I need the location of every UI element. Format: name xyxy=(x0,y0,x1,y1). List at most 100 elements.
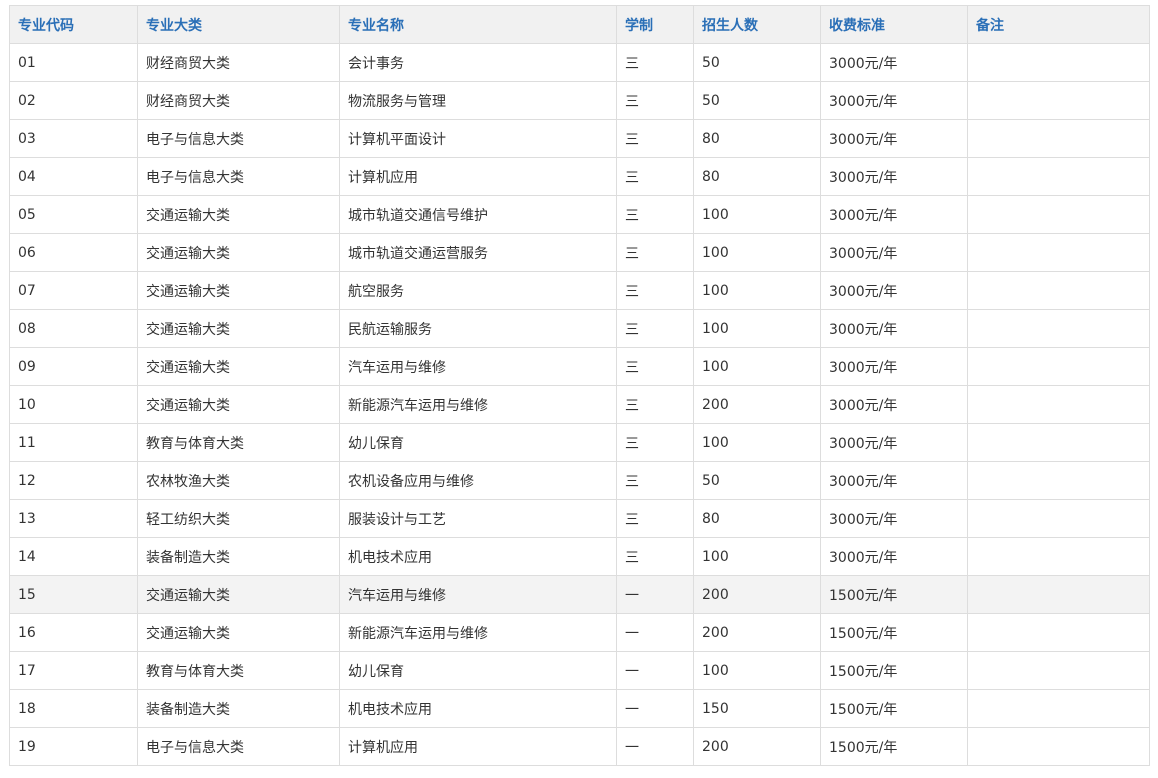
cell-major-name: 计算机应用 xyxy=(339,157,617,196)
cell-notes xyxy=(967,195,1150,234)
cell-major-name: 汽车运用与维修 xyxy=(339,347,617,386)
cell-major-category: 交通运输大类 xyxy=(137,195,340,234)
table-row: 04 电子与信息大类 计算机应用三 80 3000元/年 xyxy=(9,157,1150,196)
cell-enrollment: 100 xyxy=(693,271,821,310)
cell-enrollment: 50 xyxy=(693,43,821,82)
header-major-code: 专业代码 xyxy=(9,5,138,44)
cell-major-name: 计算机应用 xyxy=(339,727,617,766)
table-row: 09 交通运输大类 汽车运用与维修三 100 3000元/年 xyxy=(9,347,1150,386)
header-duration: 学制 xyxy=(616,5,694,44)
cell-major-name: 服装设计与工艺 xyxy=(339,499,617,538)
cell-duration: 一 xyxy=(616,651,694,690)
cell-major-code: 07 xyxy=(9,271,138,310)
cell-enrollment: 200 xyxy=(693,385,821,424)
header-fee: 收费标准 xyxy=(820,5,968,44)
cell-major-category: 教育与体育大类 xyxy=(137,651,340,690)
header-notes: 备注 xyxy=(967,5,1150,44)
table-row: 12 农林牧渔大类 农机设备应用与维修三 50 3000元/年 xyxy=(9,461,1150,500)
cell-notes xyxy=(967,461,1150,500)
cell-fee: 1500元/年 xyxy=(820,727,968,766)
cell-duration: 一 xyxy=(616,727,694,766)
table-row: 02 财经商贸大类 物流服务与管理三 50 3000元/年 xyxy=(9,81,1150,120)
table-row: 15 交通运输大类 汽车运用与维修一 200 1500元/年 xyxy=(9,575,1150,614)
cell-enrollment: 80 xyxy=(693,499,821,538)
table-row: 07 交通运输大类 航空服务三 100 3000元/年 xyxy=(9,271,1150,310)
cell-notes xyxy=(967,309,1150,348)
cell-fee: 3000元/年 xyxy=(820,195,968,234)
cell-enrollment: 80 xyxy=(693,157,821,196)
table-row: 11 教育与体育大类 幼儿保育三 100 3000元/年 xyxy=(9,423,1150,462)
cell-fee: 3000元/年 xyxy=(820,157,968,196)
cell-fee: 3000元/年 xyxy=(820,537,968,576)
cell-major-category: 交通运输大类 xyxy=(137,347,340,386)
cell-notes xyxy=(967,651,1150,690)
cell-major-name: 物流服务与管理 xyxy=(339,81,617,120)
cell-major-name: 民航运输服务 xyxy=(339,309,617,348)
cell-enrollment: 80 xyxy=(693,119,821,158)
cell-major-category: 交通运输大类 xyxy=(137,575,340,614)
cell-fee: 3000元/年 xyxy=(820,423,968,462)
cell-notes xyxy=(967,537,1150,576)
cell-enrollment: 100 xyxy=(693,195,821,234)
table-row: 16 交通运输大类 新能源汽车运用与维修一 200 1500元/年 xyxy=(9,613,1150,652)
cell-major-category: 交通运输大类 xyxy=(137,309,340,348)
cell-duration: 三 xyxy=(616,195,694,234)
cell-duration: 一 xyxy=(616,689,694,728)
cell-enrollment: 200 xyxy=(693,613,821,652)
cell-notes xyxy=(967,233,1150,272)
cell-enrollment: 100 xyxy=(693,347,821,386)
cell-fee: 3000元/年 xyxy=(820,271,968,310)
cell-fee: 1500元/年 xyxy=(820,575,968,614)
cell-enrollment: 50 xyxy=(693,81,821,120)
cell-major-category: 财经商贸大类 xyxy=(137,43,340,82)
cell-major-name: 新能源汽车运用与维修 xyxy=(339,385,617,424)
cell-duration: 三 xyxy=(616,233,694,272)
cell-major-category: 电子与信息大类 xyxy=(137,727,340,766)
cell-fee: 1500元/年 xyxy=(820,613,968,652)
cell-major-code: 03 xyxy=(9,119,138,158)
enrollment-table: 专业代码 专业大类 专业名称 学制 招生人数 收费标准 备注 01 财经商贸大类会… xyxy=(9,5,1150,766)
cell-notes xyxy=(967,613,1150,652)
cell-major-name: 城市轨道交通运营服务 xyxy=(339,233,617,272)
cell-major-category: 财经商贸大类 xyxy=(137,81,340,120)
cell-major-name: 城市轨道交通信号维护 xyxy=(339,195,617,234)
cell-duration: 三 xyxy=(616,499,694,538)
table-row: 13 轻工纺织大类 服装设计与工艺三 80 3000元/年 xyxy=(9,499,1150,538)
cell-major-code: 17 xyxy=(9,651,138,690)
cell-major-code: 12 xyxy=(9,461,138,500)
cell-notes xyxy=(967,43,1150,82)
cell-enrollment: 100 xyxy=(693,423,821,462)
cell-major-code: 15 xyxy=(9,575,138,614)
cell-major-category: 装备制造大类 xyxy=(137,689,340,728)
cell-fee: 3000元/年 xyxy=(820,81,968,120)
cell-fee: 3000元/年 xyxy=(820,499,968,538)
cell-fee: 3000元/年 xyxy=(820,461,968,500)
cell-major-code: 09 xyxy=(9,347,138,386)
cell-major-code: 10 xyxy=(9,385,138,424)
header-major-category: 专业大类 xyxy=(137,5,340,44)
cell-duration: 三 xyxy=(616,271,694,310)
enrollment-table-container: 专业代码 专业大类 专业名称 学制 招生人数 收费标准 备注 01 财经商贸大类会… xyxy=(9,5,1150,766)
table-row: 17 教育与体育大类 幼儿保育一 100 1500元/年 xyxy=(9,651,1150,690)
cell-enrollment: 100 xyxy=(693,233,821,272)
cell-duration: 三 xyxy=(616,119,694,158)
cell-notes xyxy=(967,119,1150,158)
cell-major-category: 轻工纺织大类 xyxy=(137,499,340,538)
cell-major-name: 机电技术应用 xyxy=(339,537,617,576)
cell-enrollment: 100 xyxy=(693,651,821,690)
table-row: 06 交通运输大类 城市轨道交通运营服务三 100 3000元/年 xyxy=(9,233,1150,272)
cell-major-name: 航空服务 xyxy=(339,271,617,310)
cell-major-category: 电子与信息大类 xyxy=(137,119,340,158)
cell-major-code: 16 xyxy=(9,613,138,652)
cell-fee: 1500元/年 xyxy=(820,651,968,690)
cell-enrollment: 200 xyxy=(693,575,821,614)
cell-notes xyxy=(967,689,1150,728)
table-row: 14 装备制造大类 机电技术应用三 100 3000元/年 xyxy=(9,537,1150,576)
cell-duration: 三 xyxy=(616,81,694,120)
cell-major-code: 01 xyxy=(9,43,138,82)
cell-notes xyxy=(967,385,1150,424)
cell-enrollment: 100 xyxy=(693,309,821,348)
cell-fee: 3000元/年 xyxy=(820,119,968,158)
cell-notes xyxy=(967,347,1150,386)
cell-fee: 1500元/年 xyxy=(820,689,968,728)
